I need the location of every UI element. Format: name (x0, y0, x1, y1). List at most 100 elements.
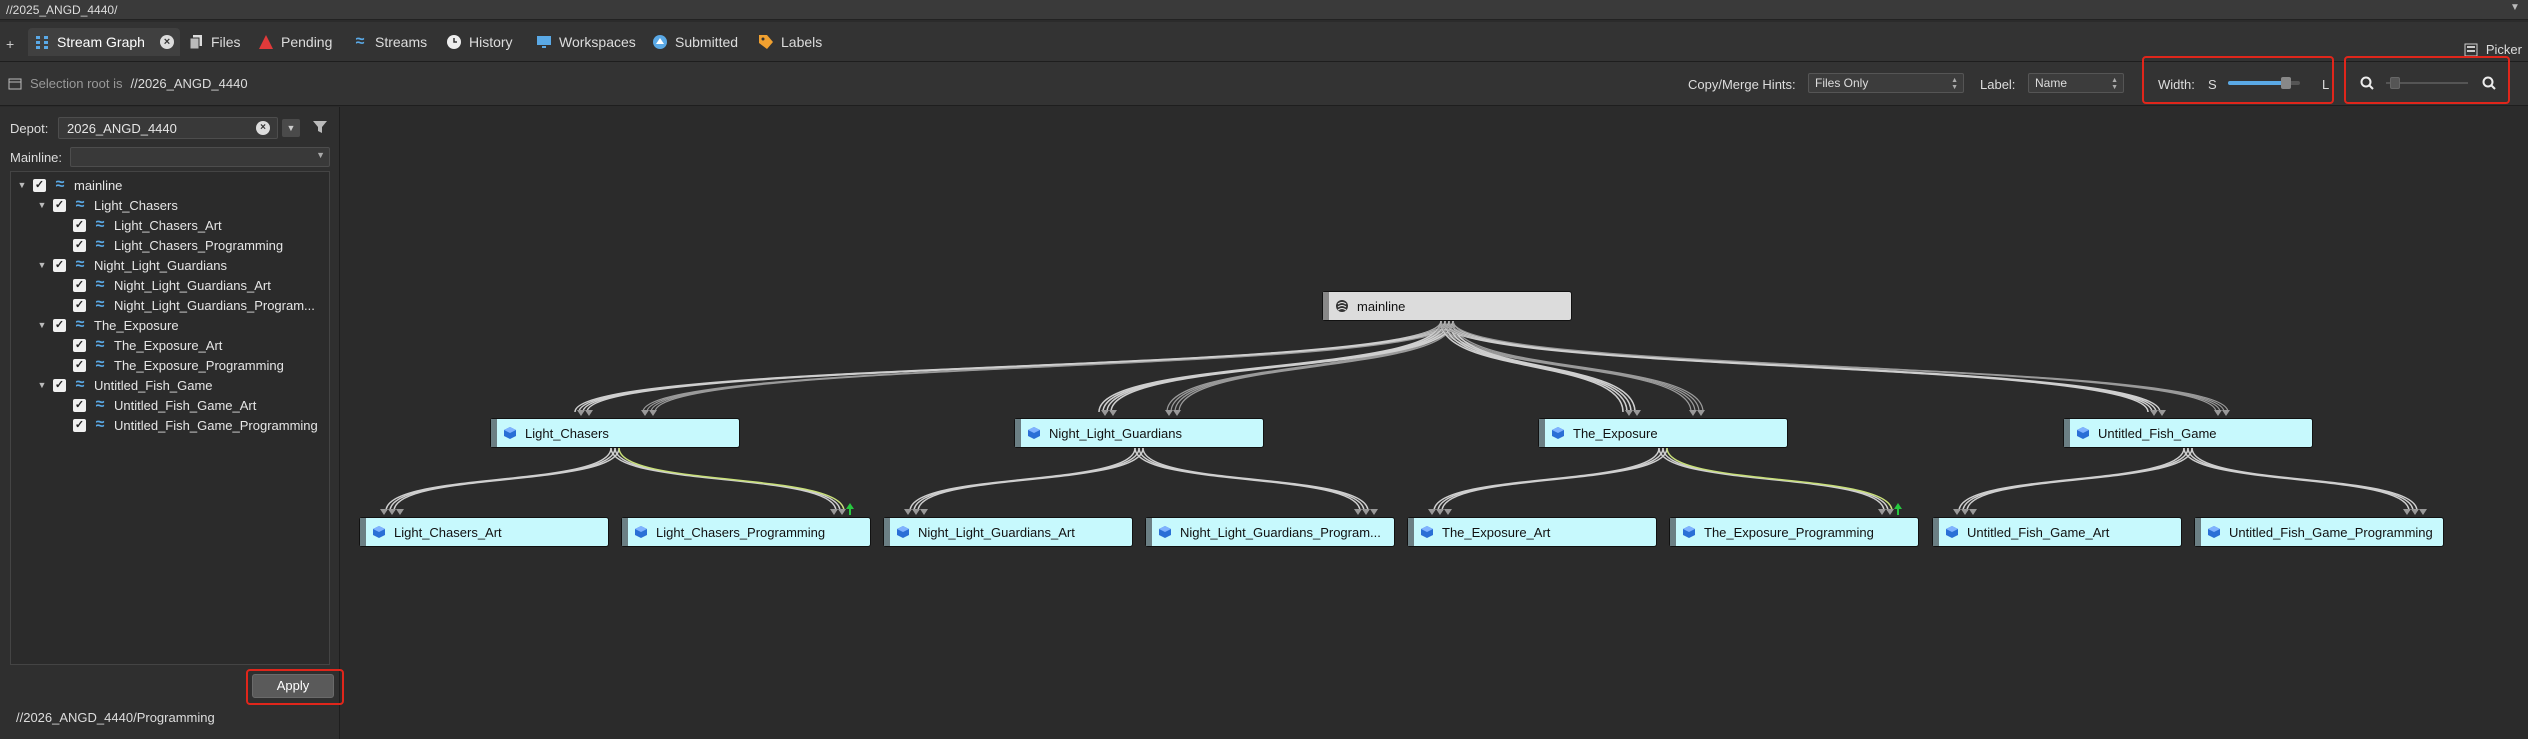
edge-arrow (2411, 509, 2419, 515)
stream-cube-icon (1028, 427, 1040, 439)
node-handle (1539, 419, 1545, 447)
stream-checkbox[interactable]: ✓ (73, 298, 86, 312)
tab-labels[interactable]: Labels (752, 28, 828, 56)
add-tab-button[interactable]: + (6, 36, 14, 52)
stream-checkbox[interactable]: ✓ (73, 278, 86, 292)
clear-icon[interactable]: × (256, 121, 270, 135)
edge-arrow (1436, 509, 1444, 515)
stream-icon: ≈ (75, 316, 85, 333)
label-select[interactable]: Name ▲ ▼ (2028, 73, 2124, 93)
tab-files[interactable]: Files (182, 28, 247, 56)
tree-item[interactable]: ✓ ≈ Light_Chasers_Art (73, 215, 222, 235)
mainline-node[interactable]: mainline (1322, 291, 1572, 321)
edge-arrow (1370, 509, 1378, 515)
mainline-select[interactable]: ▼ (70, 147, 330, 167)
zoom-in-icon[interactable] (2482, 76, 2496, 90)
stream-checkbox[interactable]: ✓ (33, 178, 46, 192)
stream-node[interactable]: Untitled_Fish_Game_Art (1932, 517, 2182, 547)
stream-checkbox[interactable]: ✓ (73, 398, 86, 412)
streams-icon: ≈ (355, 33, 365, 50)
expand-triangle-icon[interactable]: ▼ (17, 180, 27, 190)
tree-item[interactable]: ✓ ≈ Night_Light_Guardians_Program... (73, 295, 315, 315)
tree-item[interactable]: ▼ ✓ ≈ The_Exposure (37, 315, 179, 335)
stream-checkbox[interactable]: ✓ (53, 258, 66, 272)
stream-icon: ≈ (75, 196, 85, 213)
depot-input[interactable]: 2026_ANGD_4440 (58, 117, 278, 139)
stream-checkbox[interactable]: ✓ (73, 418, 86, 432)
expand-triangle-icon[interactable]: ▼ (37, 380, 47, 390)
copy-merge-select[interactable]: Files Only ▲ ▼ (1808, 73, 1964, 93)
stream-node[interactable]: The_Exposure_Programming (1669, 517, 1919, 547)
stream-checkbox[interactable]: ✓ (73, 338, 86, 352)
stream-node[interactable]: Night_Light_Guardians (1014, 418, 1264, 448)
tab-pending[interactable]: Pending (252, 28, 338, 56)
tree-item-label: mainline (74, 177, 123, 193)
tree-item[interactable]: ▼ ✓ ≈ Night_Light_Guardians (37, 255, 227, 275)
tree-item[interactable]: ✓ ≈ Night_Light_Guardians_Art (73, 275, 271, 295)
tab-history[interactable]: History (440, 28, 519, 56)
tree-item[interactable]: ▼ ✓ ≈ mainline (17, 175, 123, 195)
node-label: Untitled_Fish_Game (2098, 425, 2217, 441)
stream-icon: ≈ (95, 396, 105, 413)
edge-up-arrow (846, 503, 854, 509)
stream-node[interactable]: Untitled_Fish_Game (2063, 418, 2313, 448)
tab-streams[interactable]: ≈ Streams (346, 28, 433, 56)
stream-node[interactable]: Light_Chasers_Programming (621, 517, 871, 547)
width-slider-handle[interactable] (2280, 77, 2291, 89)
stream-cube-icon (2077, 427, 2089, 439)
depot-dropdown-button[interactable]: ▼ (282, 119, 300, 137)
tab-submitted[interactable]: Submitted (646, 28, 744, 56)
tree-item[interactable]: ✓ ≈ The_Exposure_Art (73, 335, 222, 355)
stream-checkbox[interactable]: ✓ (53, 378, 66, 392)
edge-arrow (1689, 410, 1697, 416)
stream-node[interactable]: Light_Chasers (490, 418, 740, 448)
expand-triangle-icon[interactable]: ▼ (37, 320, 47, 330)
expand-triangle-icon[interactable]: ▼ (37, 260, 47, 270)
filter-icon[interactable] (312, 119, 328, 135)
stream-graph-canvas[interactable]: mainline Light_Chasers Light_Chasers_Art Li… (341, 107, 2528, 739)
stream-node[interactable]: Night_Light_Guardians_Art (883, 517, 1133, 547)
edge-arrow (920, 509, 928, 515)
stream-cube-icon (1683, 526, 1695, 538)
path-bar[interactable]: //2025_ANGD_4440/ ▼ (0, 0, 2528, 20)
stream-edge (1452, 320, 2161, 413)
path-dropdown-icon[interactable]: ▼ (2508, 2, 2522, 16)
edge-arrow (1101, 410, 1109, 416)
tree-item[interactable]: ✓ ≈ Untitled_Fish_Game_Programming (73, 415, 318, 435)
stream-node[interactable]: The_Exposure_Art (1407, 517, 1657, 547)
tab-workspaces[interactable]: Workspaces (530, 28, 642, 56)
path-text: //2025_ANGD_4440/ (6, 3, 118, 17)
stream-checkbox[interactable]: ✓ (73, 358, 86, 372)
tree-item-label: The_Exposure_Art (114, 337, 223, 353)
stream-icon: ≈ (95, 276, 105, 293)
tree-item[interactable]: ▼ ✓ ≈ Untitled_Fish_Game (37, 375, 213, 395)
zoom-out-icon[interactable] (2360, 76, 2374, 90)
stream-node[interactable]: Untitled_Fish_Game_Programming (2194, 517, 2444, 547)
depot-row: Depot: 2026_ANGD_4440 × ▼ (10, 117, 330, 139)
tree-item[interactable]: ✓ ≈ The_Exposure_Programming (73, 355, 284, 375)
tab-label: Files (211, 34, 241, 50)
expand-triangle-icon[interactable]: ▼ (37, 200, 47, 210)
tab-stream-graph[interactable]: Stream Graph × (28, 28, 180, 56)
stream-checkbox[interactable]: ✓ (73, 218, 86, 232)
depot-label: Depot: (10, 121, 49, 136)
stream-node[interactable]: The_Exposure (1538, 418, 1788, 448)
tree-item[interactable]: ✓ ≈ Light_Chasers_Programming (73, 235, 283, 255)
tree-item[interactable]: ✓ ≈ Untitled_Fish_Game_Art (73, 395, 256, 415)
stream-node[interactable]: Light_Chasers_Art (359, 517, 609, 547)
stream-checkbox[interactable]: ✓ (53, 318, 66, 332)
picker-button[interactable]: Picker (2464, 42, 2522, 57)
zoom-slider-handle[interactable] (2390, 77, 2401, 89)
stream-checkbox[interactable]: ✓ (53, 198, 66, 212)
stream-edge (654, 320, 1454, 413)
edge-up-arrow (1894, 503, 1902, 509)
tree-item[interactable]: ▼ ✓ ≈ Light_Chasers (37, 195, 178, 215)
node-label: Light_Chasers_Art (394, 524, 502, 540)
close-tab-icon[interactable]: × (159, 35, 174, 49)
stream-node[interactable]: Night_Light_Guardians_Program... (1145, 517, 1395, 547)
width-slider[interactable] (2228, 77, 2300, 89)
stream-checkbox[interactable]: ✓ (73, 238, 86, 252)
edge-arrow (1173, 410, 1181, 416)
zoom-slider[interactable] (2386, 77, 2468, 89)
edge-arrow (2214, 410, 2222, 416)
